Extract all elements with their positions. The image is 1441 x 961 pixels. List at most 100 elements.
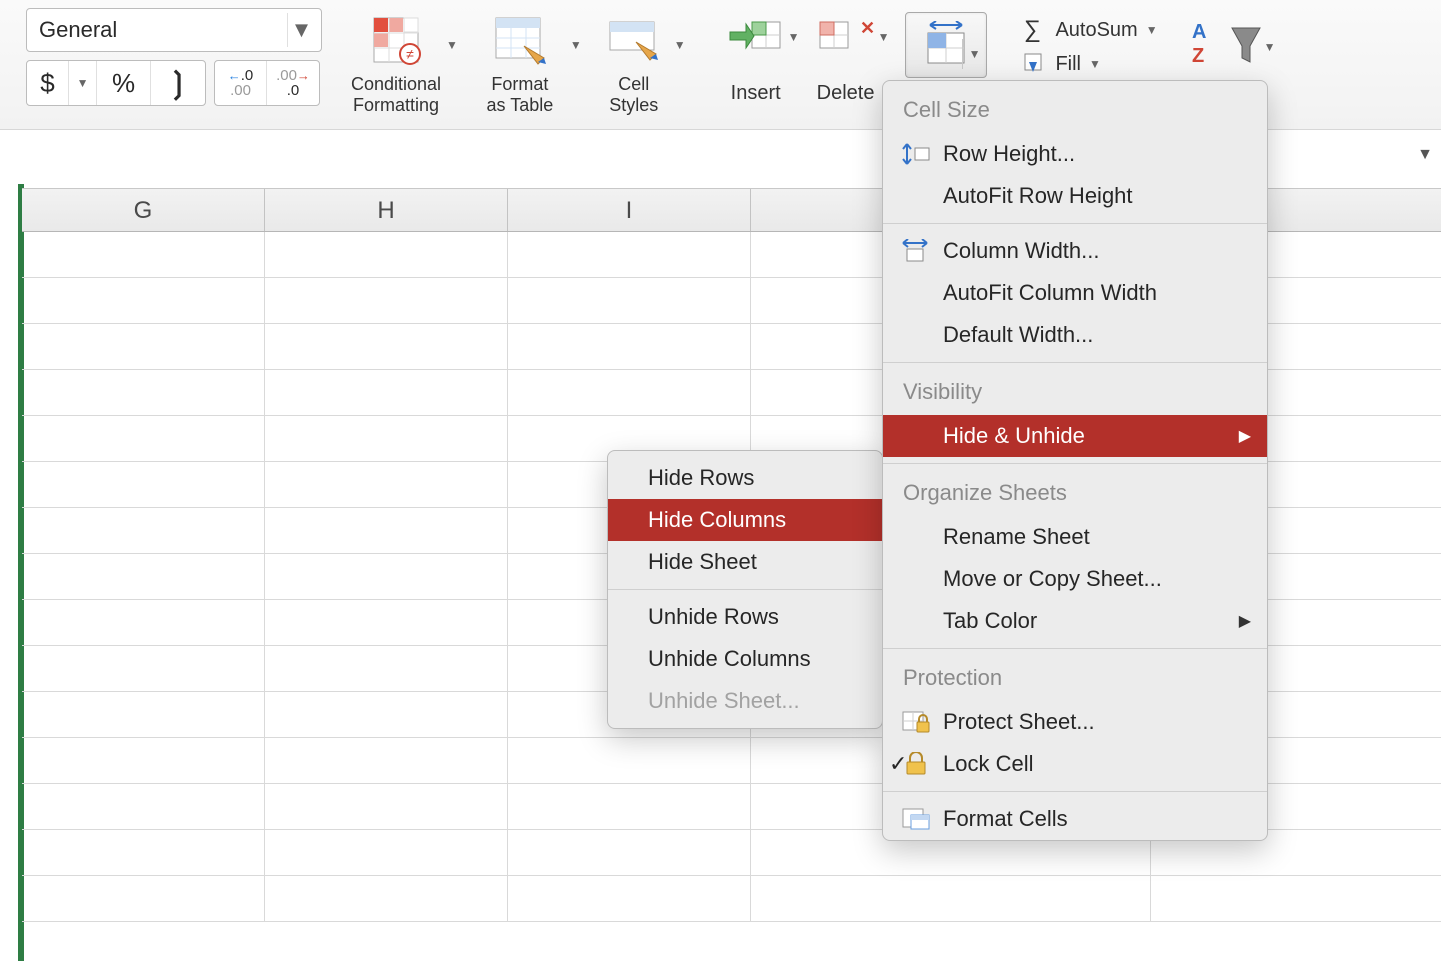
editing-section: ∑ AutoSum ▼ Fill ▼ [1017,8,1157,76]
svg-text:Z: Z [1192,45,1204,67]
cell[interactable] [265,784,508,829]
column-header-h[interactable]: H [265,189,508,231]
formula-bar-expand-icon[interactable]: ▼ [1417,146,1433,164]
sort-filter-button[interactable]: A Z ▼ [1188,8,1276,82]
cell[interactable] [508,324,751,369]
menu-item-hide-columns[interactable]: Hide Columns [608,499,882,541]
menu-item-autofit-row-height[interactable]: AutoFit Row Height [883,175,1267,217]
cell[interactable] [22,692,265,737]
menu-item-row-height[interactable]: Row Height... [883,133,1267,175]
dropdown-caret-icon: ▼ [570,38,582,52]
menu-item-default-width[interactable]: Default Width... [883,314,1267,356]
cell[interactable] [265,416,508,461]
sort-az-icon: A Z [1188,18,1228,82]
cell[interactable] [265,646,508,691]
cell[interactable] [265,692,508,737]
cell[interactable] [508,278,751,323]
delete-button[interactable]: ✕ Delete ▼ [816,8,890,105]
autosum-button[interactable]: ∑ AutoSum ▼ [1017,16,1157,44]
dropdown-caret-icon: ▼ [446,38,458,52]
dropdown-caret-icon: ▼ [962,39,981,69]
cell[interactable] [22,370,265,415]
menu-item-autofit-column-width[interactable]: AutoFit Column Width [883,272,1267,314]
protect-sheet-icon [901,710,931,734]
cell[interactable] [22,278,265,323]
menu-section-protection: Protection [883,655,1267,701]
dropdown-caret-icon: ▼ [878,30,890,44]
cell[interactable] [265,462,508,507]
cell[interactable] [751,876,1151,921]
cell[interactable] [22,784,265,829]
cell[interactable] [265,508,508,553]
percent-format-button[interactable]: % [97,61,151,105]
submenu-arrow-icon: ▶ [1239,611,1251,631]
cell[interactable] [265,600,508,645]
format-as-table-button[interactable]: Formatas Table ▼ [470,8,582,115]
currency-percent-group: $ ▼ % ❳ [26,60,206,106]
svg-text:A: A [1192,21,1206,43]
cell[interactable] [22,232,265,277]
cell[interactable] [22,830,265,875]
cell[interactable] [22,876,265,921]
cell[interactable] [22,646,265,691]
cell[interactable] [22,738,265,783]
cell[interactable] [22,508,265,553]
hide-unhide-submenu: Hide Rows Hide Columns Hide Sheet Unhide… [607,450,883,729]
menu-item-format-cells[interactable]: Format Cells [883,798,1267,834]
cell[interactable] [508,784,751,829]
decrease-decimal-button[interactable]: .00→ .0 [267,61,319,105]
cell[interactable] [22,554,265,599]
dropdown-caret-icon: ▼ [1264,40,1276,54]
cell[interactable] [22,416,265,461]
cell[interactable] [265,370,508,415]
column-header-i[interactable]: I [508,189,751,231]
menu-item-protect-sheet[interactable]: Protect Sheet... [883,701,1267,743]
comma-style-button[interactable]: ❳ [151,61,205,105]
menu-item-hide-sheet[interactable]: Hide Sheet [608,541,882,583]
number-format-value: General [39,17,117,43]
increase-decimal-button[interactable]: ←.0 .00 [215,61,267,105]
accounting-dropdown-caret[interactable]: ▼ [69,61,97,105]
menu-item-tab-color[interactable]: Tab Color ▶ [883,600,1267,642]
cell-styles-button[interactable]: CellStyles ▼ [594,8,686,115]
cell[interactable] [265,278,508,323]
menu-item-rename-sheet[interactable]: Rename Sheet [883,516,1267,558]
cell[interactable] [265,324,508,369]
cell[interactable] [265,738,508,783]
cell[interactable] [508,232,751,277]
insert-button[interactable]: Insert ▼ [726,8,800,105]
menu-item-column-width[interactable]: Column Width... [883,230,1267,272]
cell[interactable] [508,370,751,415]
menu-item-lock-cell[interactable]: ✓ Lock Cell [883,743,1267,785]
cell[interactable] [265,554,508,599]
row-height-icon [901,142,931,166]
decimal-group: ←.0 .00 .00→ .0 [214,60,320,106]
delete-label: Delete [817,82,875,105]
cell[interactable] [22,600,265,645]
menu-item-unhide-rows[interactable]: Unhide Rows [608,596,882,638]
cell[interactable] [22,324,265,369]
cell[interactable] [508,738,751,783]
number-format-select[interactable]: General ▼ [26,8,322,52]
format-as-table-label: Formatas Table [487,74,554,115]
number-format-section: General ▼ $ ▼ % ❳ ←.0 .00 .00→ .0 [26,8,322,106]
accounting-format-button[interactable]: $ [27,61,69,105]
sigma-icon: ∑ [1017,16,1047,44]
menu-item-hide-rows[interactable]: Hide Rows [608,457,882,499]
column-width-icon [901,239,931,263]
cell[interactable] [508,876,751,921]
cell[interactable] [508,830,751,875]
cell[interactable] [265,830,508,875]
format-button[interactable]: ▼ [905,12,987,78]
menu-item-hide-unhide[interactable]: Hide & Unhide ▶ [883,415,1267,457]
cell[interactable] [22,462,265,507]
left-arrow-icon: ← [228,68,241,83]
menu-item-move-copy-sheet[interactable]: Move or Copy Sheet... [883,558,1267,600]
lock-icon [901,752,931,776]
column-header-g[interactable]: G [22,189,265,231]
fill-button[interactable]: Fill ▼ [1017,52,1157,76]
menu-item-unhide-columns[interactable]: Unhide Columns [608,638,882,680]
cell[interactable] [265,876,508,921]
cell[interactable] [265,232,508,277]
conditional-formatting-button[interactable]: ≠ ConditionalFormatting ▼ [346,8,458,115]
